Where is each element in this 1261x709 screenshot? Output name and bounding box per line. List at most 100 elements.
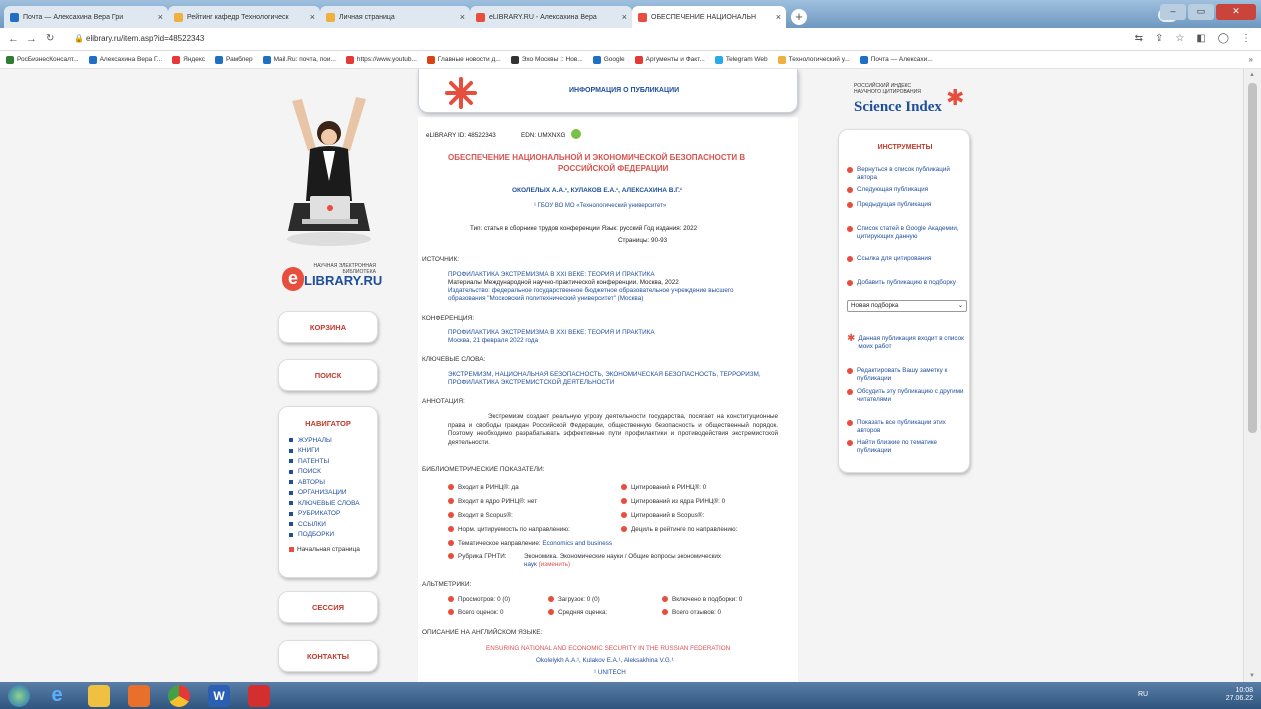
info-icon[interactable] <box>621 498 627 504</box>
reload-icon[interactable]: ↻ <box>46 33 54 44</box>
source-publisher-2[interactable]: образования "Московский политехнический … <box>448 295 643 302</box>
conference-title[interactable]: ПРОФИЛАКТИКА ЭКСТРЕМИЗМА В XXI ВЕКЕ: ТЕО… <box>448 329 655 336</box>
translate-icon[interactable]: ⇆ <box>1135 33 1143 44</box>
navigator-item[interactable]: ПОДБОРКИ <box>279 530 377 541</box>
close-window-button[interactable]: ✕ <box>1216 4 1256 20</box>
bookmark-item[interactable]: Технологический у... <box>777 55 850 64</box>
navigator-item[interactable]: РУБРИКАТОР <box>279 509 377 520</box>
tab-mail[interactable]: Почта — Алексахина Вера Гри × <box>4 6 168 28</box>
bookmark-item[interactable]: Почта — Алексахи... <box>859 55 933 64</box>
source-publisher-1[interactable]: Издательство: федеральное государственно… <box>448 287 734 294</box>
science-index-title[interactable]: Science Index <box>854 99 942 116</box>
pub-affiliation[interactable]: ¹ ГБОУ ВО МО «Технологический университе… <box>534 203 666 209</box>
navigator-item[interactable]: ЖУРНАЛЫ <box>279 435 377 446</box>
explorer-icon[interactable] <box>88 685 110 707</box>
navigator-item[interactable]: АВТОРЫ <box>279 477 377 488</box>
search-button[interactable]: ПОИСК <box>278 359 378 391</box>
bookmark-item[interactable]: Яндекс <box>172 55 205 64</box>
back-icon[interactable]: ← <box>8 33 19 45</box>
pub-authors[interactable]: ОКОЛЕЛЫХ А.А.¹, КУЛАКОВ Е.А.¹, АЛЕКСАХИН… <box>512 187 682 194</box>
info-icon[interactable] <box>662 596 668 602</box>
tool-edit-note[interactable]: Редактировать Вашу заметку к публикации <box>847 367 967 382</box>
info-icon[interactable] <box>448 512 454 518</box>
keywords-line1[interactable]: ЭКСТРЕМИЗМ, НАЦИОНАЛЬНАЯ БЕЗОПАСНОСТЬ, Э… <box>448 371 761 378</box>
language-indicator[interactable]: RU <box>1138 691 1148 698</box>
cart-button[interactable]: КОРЗИНА <box>278 311 378 343</box>
bookmark-item[interactable]: Mail.Ru: почта, пои... <box>262 55 336 64</box>
tool-next[interactable]: Следующая публикация <box>847 186 967 194</box>
start-button-icon[interactable] <box>8 685 30 707</box>
share-icon[interactable]: ⇪ <box>1155 33 1163 44</box>
metric-grnti-value2-text[interactable]: наук <box>524 561 537 568</box>
sidebar-icon[interactable]: ◧ <box>1196 33 1205 44</box>
tab-rating[interactable]: Рейтинг кафедр Технологическ × <box>168 6 320 28</box>
word-icon[interactable]: W <box>208 685 230 707</box>
info-icon[interactable] <box>621 512 627 518</box>
scroll-up-icon[interactable]: ▲ <box>1249 72 1255 78</box>
info-icon[interactable] <box>448 526 454 532</box>
info-icon[interactable] <box>448 498 454 504</box>
tool-similar[interactable]: Найти близкие по тематике публикации <box>847 439 967 454</box>
forward-icon[interactable]: → <box>26 33 37 45</box>
info-icon[interactable] <box>662 609 668 615</box>
maximize-button[interactable]: ▭ <box>1188 4 1214 20</box>
navigator-item[interactable]: ССЫЛКИ <box>279 519 377 530</box>
home-link[interactable]: Начальная страница <box>279 546 377 553</box>
navigator-item[interactable]: КНИГИ <box>279 446 377 457</box>
tool-discuss[interactable]: Обсудить эту публикацию с другими читате… <box>847 388 967 403</box>
english-authors[interactable]: Okolelykh A.A.¹, Kulakov E.A.¹, Aleksakh… <box>536 657 674 664</box>
tool-prev[interactable]: Предыдущая публикация <box>847 201 967 209</box>
edn-icon[interactable] <box>571 129 581 139</box>
source-title[interactable]: ПРОФИЛАКТИКА ЭКСТРЕМИЗМА В XXI ВЕКЕ: ТЕО… <box>448 271 655 278</box>
session-button[interactable]: СЕССИЯ <box>278 591 378 623</box>
bookmark-item[interactable]: Telegram Web <box>714 55 768 64</box>
bookmark-item[interactable]: Google <box>592 55 625 64</box>
bookmarks-more-icon[interactable]: » <box>1249 55 1253 64</box>
chrome-icon[interactable] <box>168 685 190 707</box>
account-icon[interactable]: ◯ <box>1218 33 1229 44</box>
bookmark-item[interactable]: Главные новости д... <box>426 55 501 64</box>
close-icon[interactable]: × <box>776 12 781 22</box>
close-icon[interactable]: × <box>310 12 315 22</box>
menu-icon[interactable]: ⋮ <box>1241 33 1251 44</box>
tab-personal[interactable]: Личная страница × <box>320 6 470 28</box>
info-icon[interactable] <box>548 596 554 602</box>
tool-add-to-collection[interactable]: Добавить публикацию в подборку <box>847 279 967 287</box>
ie-icon[interactable]: e <box>46 685 68 707</box>
bookmark-item[interactable]: Эхо Москвы :: Нов... <box>510 55 583 64</box>
navigator-item[interactable]: ПОИСК <box>279 467 377 478</box>
bookmark-item[interactable]: РосБизнесКонсалт... <box>6 55 79 64</box>
close-icon[interactable]: × <box>622 12 627 22</box>
elibrary-logo[interactable]: НАУЧНАЯ ЭЛЕКТРОННАЯ БИБЛИОТЕКА e LIBRARY… <box>278 261 382 293</box>
media-player-icon[interactable] <box>128 685 150 707</box>
keywords-line2[interactable]: ПРОФИЛАКТИКА ЭКСТРЕМИСТСКОЙ ДЕЯТЕЛЬНОСТИ <box>448 379 614 386</box>
url-input[interactable]: elibrary.ru/item.asp?id=48522343 <box>86 34 204 43</box>
tab-active[interactable]: ОБЕСПЕЧЕНИЕ НАЦИОНАЛЬН × <box>632 6 786 28</box>
bookmark-item[interactable]: Рамблер <box>214 55 253 64</box>
close-icon[interactable]: × <box>460 12 465 22</box>
vertical-scrollbar[interactable]: ▲ ▼ <box>1243 69 1261 682</box>
bookmark-item[interactable]: Алексахина Вера Г... <box>88 55 162 64</box>
info-icon[interactable] <box>448 484 454 490</box>
clock[interactable]: 10:08 27.06.22 <box>1226 687 1253 703</box>
tool-authors-pubs[interactable]: Показать все публикации этих авторов <box>847 419 967 434</box>
info-icon[interactable] <box>448 553 454 559</box>
info-icon[interactable] <box>621 484 627 490</box>
scroll-down-icon[interactable]: ▼ <box>1249 673 1255 679</box>
info-icon[interactable] <box>448 609 454 615</box>
star-icon[interactable]: ☆ <box>1175 33 1184 44</box>
close-icon[interactable]: × <box>158 12 163 22</box>
tool-citation[interactable]: Ссылка для цитирования <box>847 255 967 263</box>
metric-grnti-value[interactable]: Экономика. Экономические науки / Общие в… <box>524 553 721 560</box>
navigator-item[interactable]: ПАТЕНТЫ <box>279 456 377 467</box>
tool-google-scholar[interactable]: Список статей в Google Академии, цитирую… <box>847 225 967 240</box>
grnti-change-link[interactable]: (изменить) <box>539 561 571 568</box>
tool-back-to-list[interactable]: Вернуться в список публикаций автора <box>847 166 967 181</box>
tool-my-works[interactable]: ✱ Данная публикация входит в список моих … <box>847 334 967 350</box>
info-icon[interactable] <box>621 526 627 532</box>
scroll-thumb[interactable] <box>1248 83 1257 433</box>
info-icon[interactable] <box>548 609 554 615</box>
navigator-item[interactable]: ОРГАНИЗАЦИИ <box>279 488 377 499</box>
minimize-button[interactable]: – <box>1160 4 1186 20</box>
metric-theme-value[interactable]: Economics and business <box>542 540 612 547</box>
